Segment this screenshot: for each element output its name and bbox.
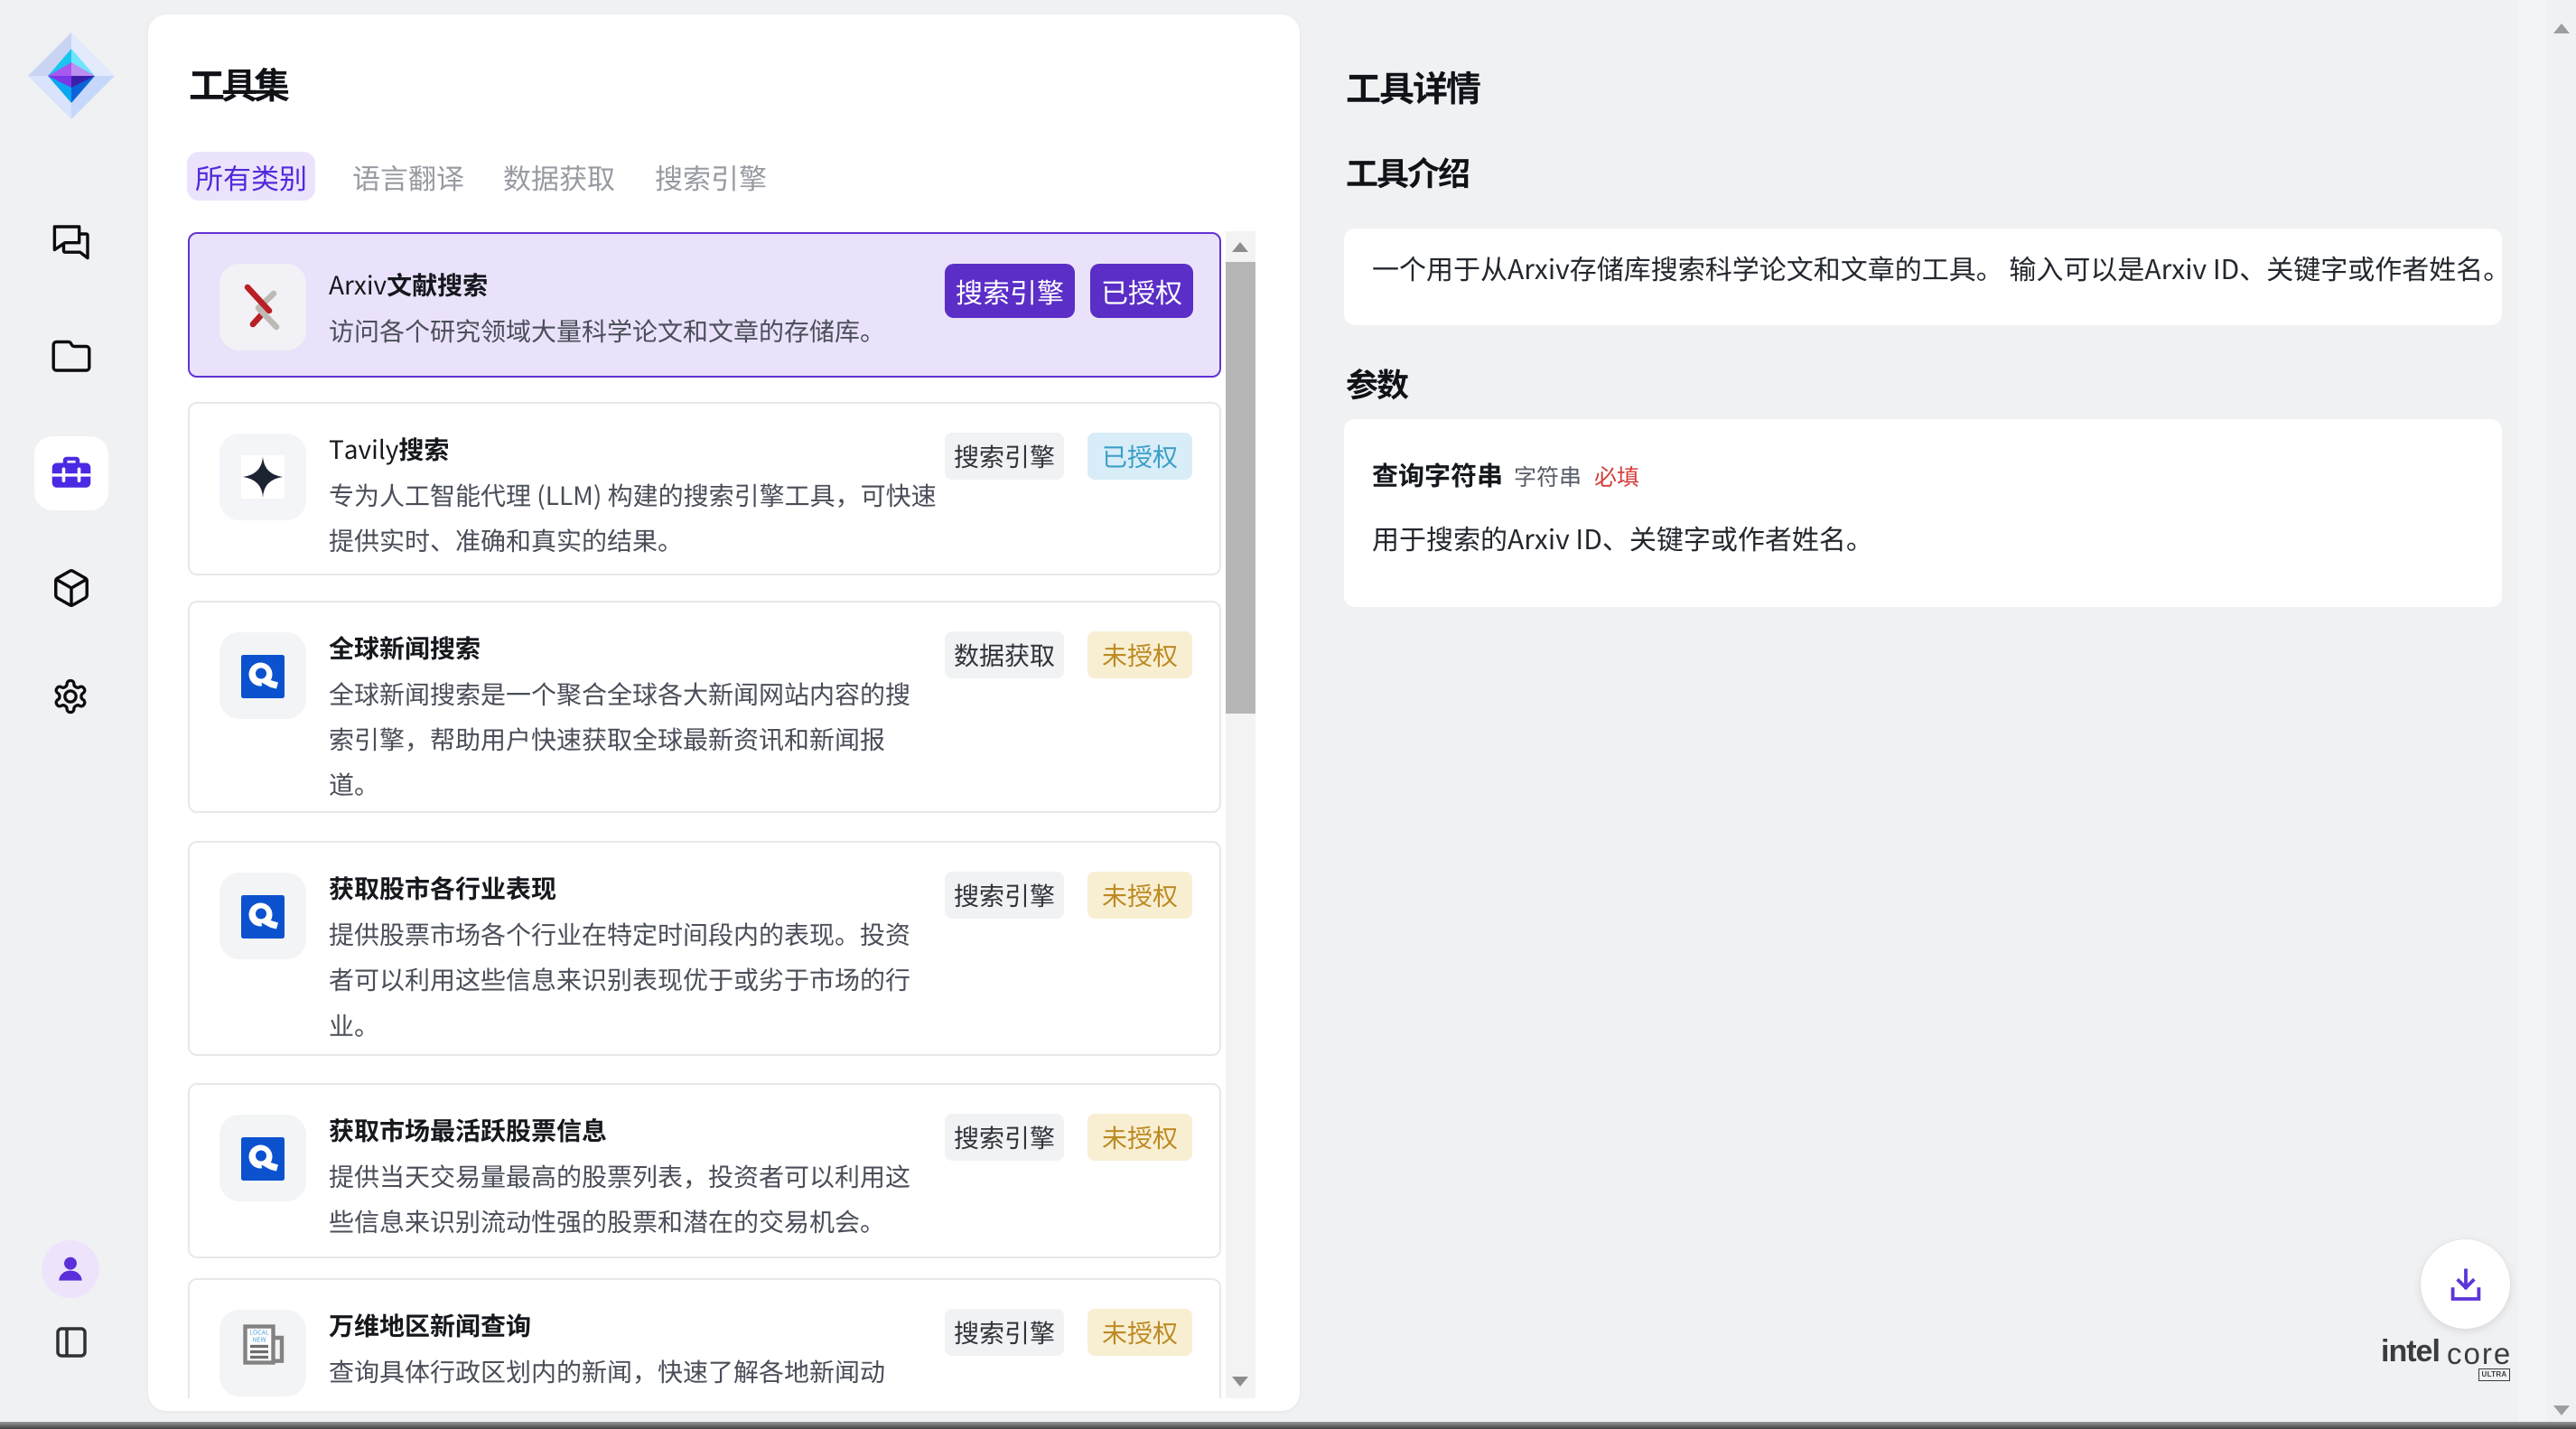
svg-text:NEW: NEW [252, 1336, 266, 1345]
